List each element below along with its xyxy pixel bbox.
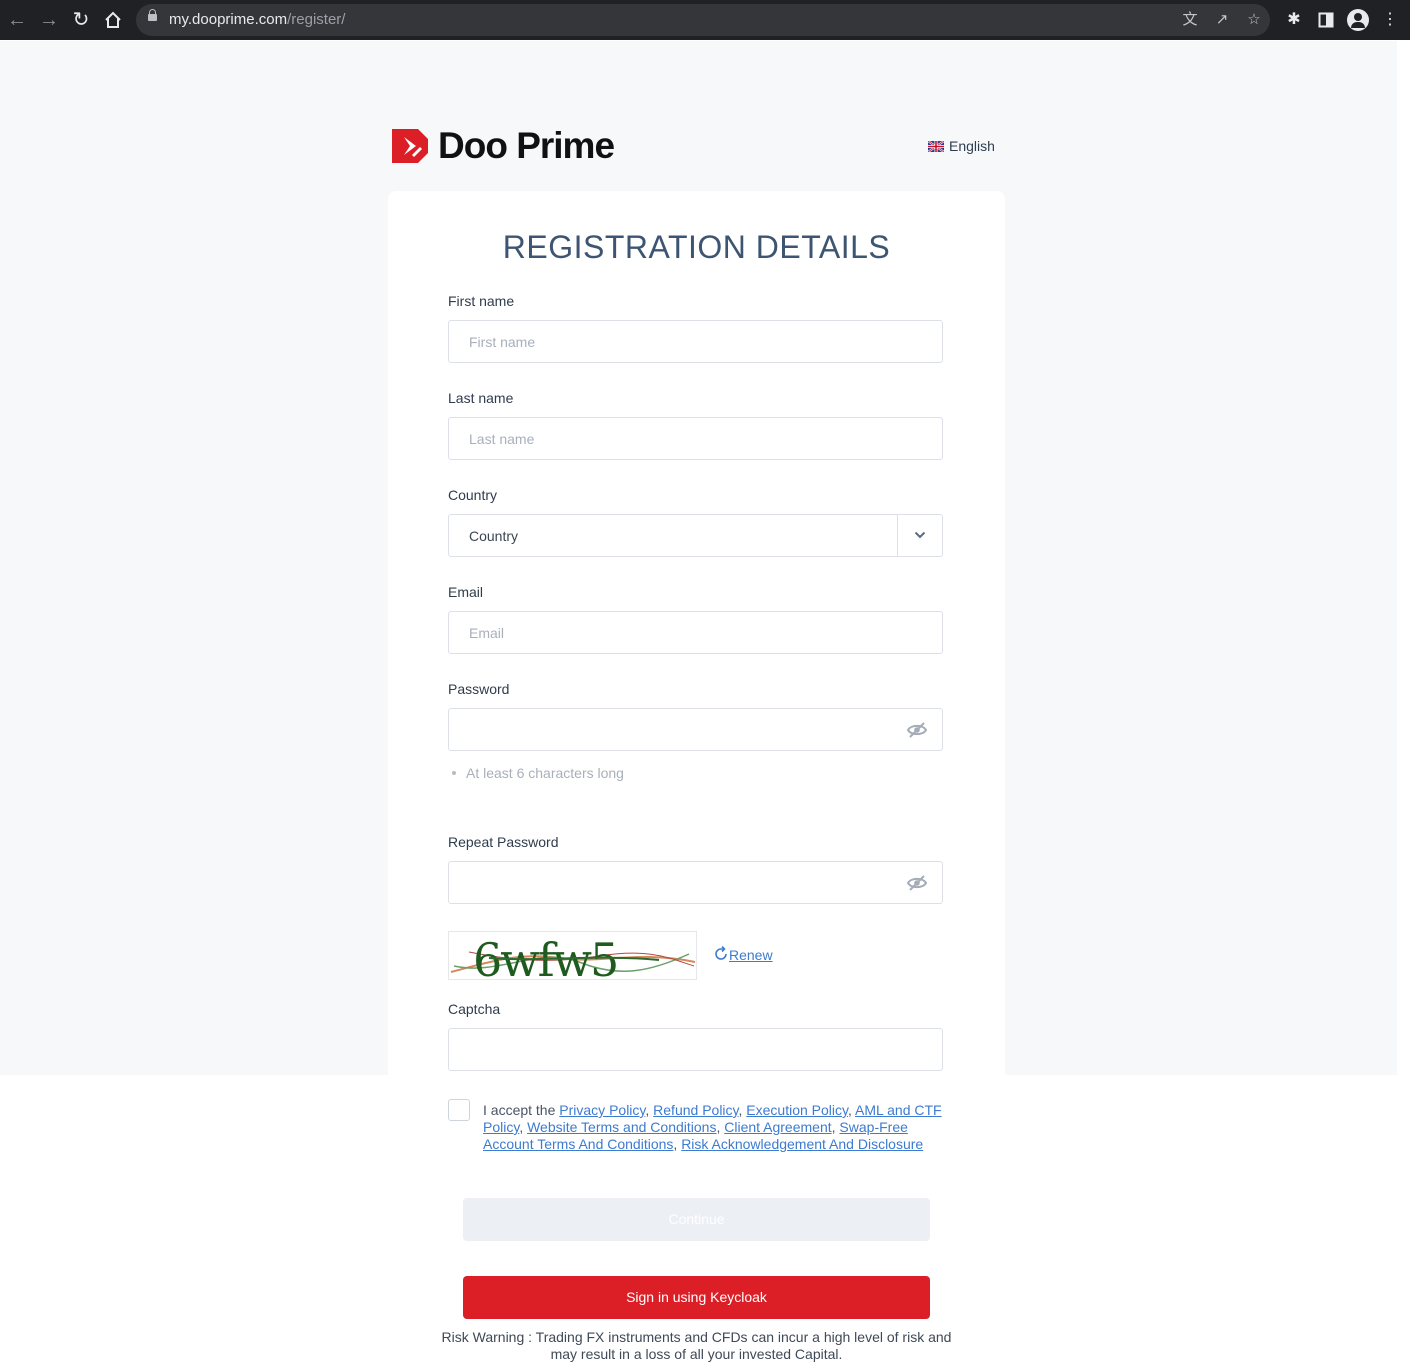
home-icon[interactable] [99,6,127,34]
language-label: English [949,138,995,154]
chevron-down-icon [914,531,926,539]
password-field [448,708,943,751]
translate-icon[interactable]: 文 [1179,9,1201,31]
address-bar[interactable]: my.dooprime.com/register/ 文 ↗ ☆ [136,4,1270,36]
url-text: my.dooprime.com/register/ [169,11,346,28]
share-icon[interactable]: ↗ [1211,9,1233,31]
profile-avatar-icon[interactable] [1347,9,1369,31]
continue-button[interactable]: Continue [463,1198,930,1241]
forward-arrow-icon[interactable]: → [35,6,63,34]
page-title: REGISTRATION DETAILS [502,229,891,265]
uk-flag-icon [928,141,944,152]
risk-warning: Risk Warning : Trading FX instruments an… [441,1329,952,1362]
terms-text: I accept the Privacy Policy, Refund Poli… [483,1102,942,1152]
last-name-label: Last name [448,390,514,406]
keycloak-sign-in-button[interactable]: Sign in using Keycloak [463,1276,930,1319]
eye-slash-icon[interactable] [906,721,928,739]
refresh-icon [715,945,727,960]
captcha-image: 6wfw5 [448,931,697,980]
client-agreement-link[interactable]: Client Agreement [724,1119,831,1135]
doo-prime-mark-icon [392,129,428,163]
country-label: Country [448,487,498,503]
country-select[interactable]: Country [448,514,943,557]
renew-label: Renew [729,947,773,963]
renew-captcha-link[interactable]: Renew [713,945,773,963]
risk-acknowledgement-link[interactable]: Risk Acknowledgement And Disclosure [681,1136,923,1152]
first-name-label: First name [448,293,515,309]
kebab-menu-icon[interactable]: ⋮ [1376,6,1404,34]
captcha-label: Captcha [448,1001,501,1017]
last-name-input[interactable] [449,418,942,459]
website-terms-link[interactable]: Website Terms and Conditions [527,1119,716,1135]
country-select-value: Country [469,528,519,544]
privacy-policy-link[interactable]: Privacy Policy [559,1102,645,1118]
password-requirement-hint: At least 6 characters long [452,765,624,781]
execution-policy-link[interactable]: Execution Policy [746,1102,848,1118]
lock-icon [148,9,157,21]
last-name-field [448,417,943,460]
bookmark-star-icon[interactable]: ☆ [1243,9,1265,31]
eye-slash-icon[interactable] [906,874,928,892]
language-selector[interactable]: English [928,138,995,154]
extensions-puzzle-icon[interactable]: ✱ [1280,6,1308,34]
refund-policy-link[interactable]: Refund Policy [653,1102,738,1118]
repeat-password-input[interactable] [449,862,942,903]
side-panel-icon[interactable] [1312,6,1340,34]
captcha-input[interactable] [449,1029,942,1070]
email-label: Email [448,584,484,600]
captcha-text: 6wfw5 [473,933,617,980]
back-arrow-icon[interactable]: ← [3,6,31,34]
brand-name: Doo Prime [438,125,615,166]
email-input[interactable] [449,612,942,653]
accept-terms-checkbox[interactable] [448,1099,470,1121]
country-dropdown-toggle[interactable] [897,515,942,556]
first-name-input[interactable] [449,321,942,362]
repeat-password-field [448,861,943,904]
password-input[interactable] [449,709,942,750]
password-label: Password [448,681,510,697]
repeat-password-label: Repeat Password [448,834,559,850]
browser-toolbar: ← → ↻ my.dooprime.com/register/ 文 ↗ ☆ ✱ … [0,0,1410,40]
captcha-field [448,1028,943,1071]
reload-icon[interactable]: ↻ [67,6,95,34]
email-field [448,611,943,654]
first-name-field [448,320,943,363]
